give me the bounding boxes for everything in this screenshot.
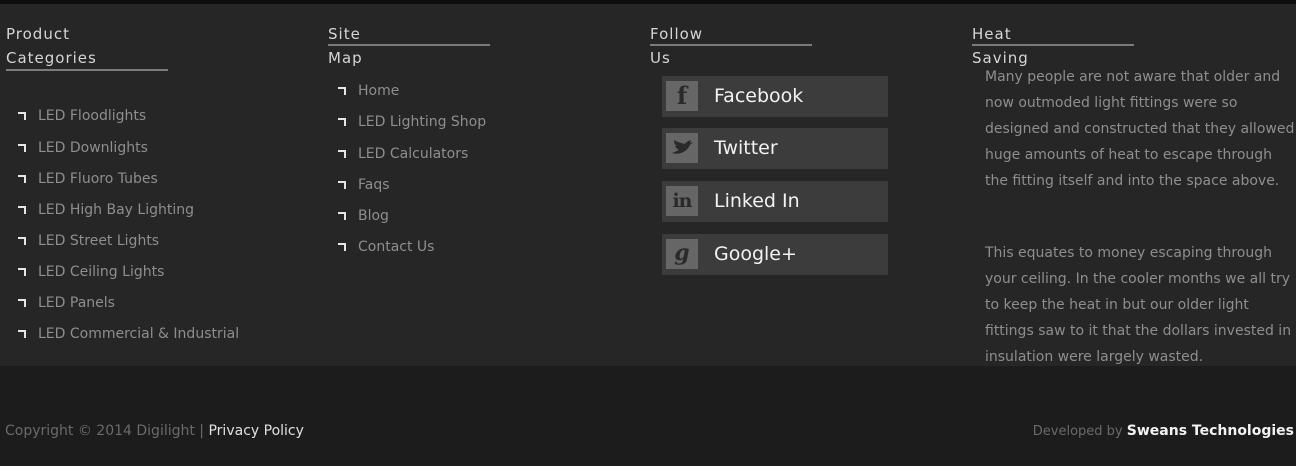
product-categories-title-line2: Categories <box>6 49 97 67</box>
bullet-icon <box>338 87 346 95</box>
sitemap-link-shop[interactable]: LED Lighting Shop <box>358 111 486 133</box>
linkedin-label: Linked In <box>714 190 800 212</box>
heat-saving-underline <box>972 44 1134 46</box>
category-link-fluoro-tubes[interactable]: LED Fluoro Tubes <box>38 168 158 190</box>
linkedin-icon: in <box>666 186 698 216</box>
bullet-icon <box>338 212 346 220</box>
developer-link[interactable]: Sweans Technologies <box>1127 423 1294 439</box>
bullet-icon <box>338 150 346 158</box>
twitter-label: Twitter <box>714 137 778 159</box>
bullet-icon <box>18 237 26 245</box>
sitemap-link-contact[interactable]: Contact Us <box>358 236 434 258</box>
developed-by-text: Developed by <box>1032 424 1127 439</box>
follow-us-title: Follow Us <box>650 25 704 67</box>
footer-bottom-bar <box>0 366 1296 466</box>
copyright-text: Copyright © 2014 Digilight | <box>5 423 209 439</box>
bullet-icon <box>338 243 346 251</box>
twitter-button[interactable]: Twitter <box>662 128 888 169</box>
bullet-icon <box>18 206 26 214</box>
bullet-icon <box>18 144 26 152</box>
facebook-button[interactable]: f Facebook <box>662 76 888 117</box>
sitemap-link-blog[interactable]: Blog <box>358 205 389 227</box>
follow-us-underline <box>650 44 812 46</box>
site-map-underline <box>328 44 490 46</box>
twitter-icon <box>666 133 698 163</box>
product-categories-title: Product Categories <box>6 22 97 70</box>
privacy-policy-link[interactable]: Privacy Policy <box>208 423 303 439</box>
category-link-panels[interactable]: LED Panels <box>38 292 115 314</box>
bullet-icon <box>18 268 26 276</box>
facebook-label: Facebook <box>714 85 804 107</box>
category-link-commercial-industrial[interactable]: LED Commercial & Industrial <box>38 323 239 345</box>
category-link-street-lights[interactable]: LED Street Lights <box>38 230 159 252</box>
bullet-icon <box>18 330 26 338</box>
product-categories-title-line1: Product <box>6 25 70 43</box>
facebook-icon: f <box>666 81 698 111</box>
sitemap-link-faqs[interactable]: Faqs <box>358 174 390 196</box>
category-link-high-bay[interactable]: LED High Bay Lighting <box>38 199 194 221</box>
heat-saving-title: Heat Saving <box>972 25 1029 67</box>
sitemap-link-calculators[interactable]: LED Calculators <box>358 143 468 165</box>
bullet-icon <box>18 175 26 183</box>
bullet-icon <box>338 118 346 126</box>
bullet-icon <box>18 299 26 307</box>
bullet-icon <box>338 181 346 189</box>
copyright-notice: Copyright © 2014 Digilight | Privacy Pol… <box>5 421 304 441</box>
heat-saving-paragraph-2: This equates to money escaping through y… <box>985 245 1292 365</box>
category-link-floodlights[interactable]: LED Floodlights <box>38 105 146 127</box>
site-footer: Product Categories LED Floodlights LED D… <box>0 4 1296 366</box>
google-plus-button[interactable]: g Google+ <box>662 234 888 275</box>
sitemap-link-home[interactable]: Home <box>358 80 399 102</box>
linkedin-button[interactable]: in Linked In <box>662 181 888 222</box>
category-link-downlights[interactable]: LED Downlights <box>38 137 148 159</box>
category-link-ceiling-lights[interactable]: LED Ceiling Lights <box>38 261 164 283</box>
google-plus-icon: g <box>666 239 698 269</box>
google-plus-label: Google+ <box>714 243 797 265</box>
developer-credit: Developed by Sweans Technologies <box>1033 421 1294 442</box>
heat-saving-paragraph-1: Many people are not aware that older and… <box>985 69 1295 189</box>
bullet-icon <box>18 112 26 120</box>
site-map-title: Site Map <box>328 25 363 67</box>
product-categories-underline <box>6 69 168 71</box>
